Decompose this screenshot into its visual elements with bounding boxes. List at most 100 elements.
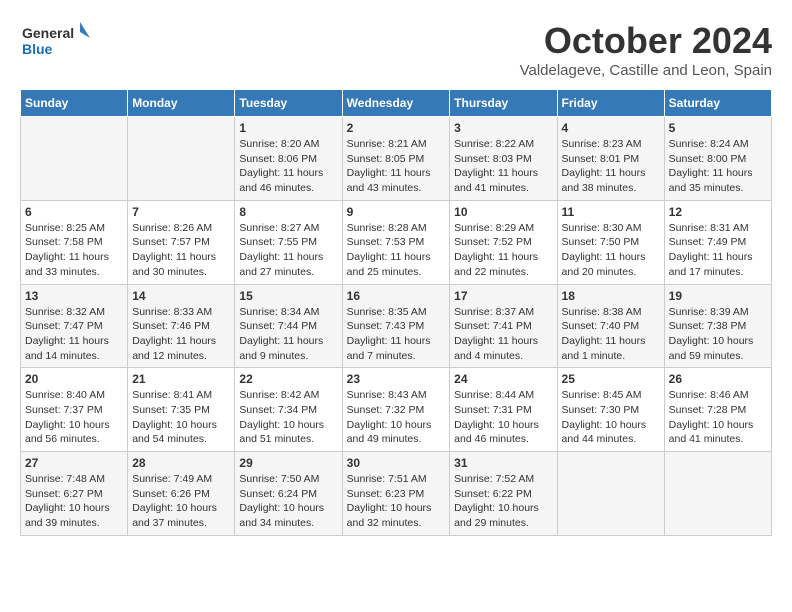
day-detail: Sunrise: 8:43 AMSunset: 7:32 PMDaylight:… — [347, 388, 446, 447]
logo-svg: General Blue — [20, 20, 90, 65]
calendar-cell: 19 Sunrise: 8:39 AMSunset: 7:38 PMDayligh… — [664, 284, 771, 368]
day-number: 2 — [347, 121, 446, 135]
day-number: 3 — [454, 121, 552, 135]
day-number: 26 — [669, 372, 767, 386]
day-header-sunday: Sunday — [21, 90, 128, 117]
day-number: 7 — [132, 205, 230, 219]
calendar-week-row: 13 Sunrise: 8:32 AMSunset: 7:47 PMDayligh… — [21, 284, 772, 368]
calendar-cell: 29Sunrise: 7:50 AMSunset: 6:24 PMDayligh… — [235, 452, 342, 536]
day-number: 11 — [562, 205, 660, 219]
day-detail: Sunrise: 7:48 AMSunset: 6:27 PMDaylight:… — [25, 472, 123, 531]
day-header-saturday: Saturday — [664, 90, 771, 117]
day-detail: Sunrise: 8:34 AMSunset: 7:44 PMDaylight:… — [239, 305, 337, 364]
day-detail: Sunrise: 8:22 AMSunset: 8:03 PMDaylight:… — [454, 137, 552, 196]
calendar-cell — [557, 452, 664, 536]
calendar-cell: 10Sunrise: 8:29 AMSunset: 7:52 PMDayligh… — [450, 200, 557, 284]
day-number: 5 — [669, 121, 767, 135]
calendar-cell: 15 Sunrise: 8:34 AMSunset: 7:44 PMDayligh… — [235, 284, 342, 368]
svg-text:General: General — [22, 25, 74, 41]
day-number: 20 — [25, 372, 123, 386]
day-detail: Sunrise: 8:35 AMSunset: 7:43 PMDaylight:… — [347, 305, 446, 364]
day-detail: Sunrise: 8:46 AMSunset: 7:28 PMDaylight:… — [669, 388, 767, 447]
day-detail: Sunrise: 7:49 AMSunset: 6:26 PMDaylight:… — [132, 472, 230, 531]
calendar-header-row: SundayMondayTuesdayWednesdayThursdayFrid… — [21, 90, 772, 117]
calendar-table: SundayMondayTuesdayWednesdayThursdayFrid… — [20, 89, 772, 536]
day-detail: Sunrise: 8:37 AMSunset: 7:41 PMDaylight:… — [454, 305, 552, 364]
day-detail: Sunrise: 8:44 AMSunset: 7:31 PMDaylight:… — [454, 388, 552, 447]
day-number: 18 — [562, 289, 660, 303]
day-number: 19 — [669, 289, 767, 303]
day-number: 8 — [239, 205, 337, 219]
day-number: 27 — [25, 456, 123, 470]
day-header-wednesday: Wednesday — [342, 90, 450, 117]
calendar-cell: 20 Sunrise: 8:40 AMSunset: 7:37 PMDayligh… — [21, 368, 128, 452]
day-number: 24 — [454, 372, 552, 386]
day-header-friday: Friday — [557, 90, 664, 117]
calendar-cell: 13 Sunrise: 8:32 AMSunset: 7:47 PMDayligh… — [21, 284, 128, 368]
calendar-cell: 2 Sunrise: 8:21 AMSunset: 8:05 PMDaylight… — [342, 117, 450, 201]
calendar-week-row: 6 Sunrise: 8:25 AMSunset: 7:58 PMDaylight… — [21, 200, 772, 284]
day-detail: Sunrise: 8:25 AMSunset: 7:58 PMDaylight:… — [25, 221, 123, 280]
day-detail: Sunrise: 8:33 AMSunset: 7:46 PMDaylight:… — [132, 305, 230, 364]
day-detail: Sunrise: 8:26 AMSunset: 7:57 PMDaylight:… — [132, 221, 230, 280]
calendar-cell: 7 Sunrise: 8:26 AMSunset: 7:57 PMDaylight… — [128, 200, 235, 284]
calendar-cell: 9 Sunrise: 8:28 AMSunset: 7:53 PMDaylight… — [342, 200, 450, 284]
day-number: 10 — [454, 205, 552, 219]
calendar-week-row: 1 Sunrise: 8:20 AMSunset: 8:06 PMDaylight… — [21, 117, 772, 201]
month-title: October 2024 — [520, 20, 772, 62]
calendar-cell: 28 Sunrise: 7:49 AMSunset: 6:26 PMDayligh… — [128, 452, 235, 536]
calendar-cell: 24 Sunrise: 8:44 AMSunset: 7:31 PMDayligh… — [450, 368, 557, 452]
day-number: 13 — [25, 289, 123, 303]
day-number: 23 — [347, 372, 446, 386]
title-area: October 2024 Valdelageve, Castille and L… — [520, 20, 772, 79]
day-detail: Sunrise: 8:28 AMSunset: 7:53 PMDaylight:… — [347, 221, 446, 280]
day-detail: Sunrise: 8:32 AMSunset: 7:47 PMDaylight:… — [25, 305, 123, 364]
day-detail: Sunrise: 8:21 AMSunset: 8:05 PMDaylight:… — [347, 137, 446, 196]
day-number: 29 — [239, 456, 337, 470]
day-number: 28 — [132, 456, 230, 470]
calendar-cell — [664, 452, 771, 536]
calendar-cell: 22 Sunrise: 8:42 AMSunset: 7:34 PMDayligh… — [235, 368, 342, 452]
day-detail: Sunrise: 8:42 AMSunset: 7:34 PMDaylight:… — [239, 388, 337, 447]
day-detail: Sunrise: 8:31 AMSunset: 7:49 PMDaylight:… — [669, 221, 767, 280]
day-number: 22 — [239, 372, 337, 386]
calendar-cell: 25Sunrise: 8:45 AMSunset: 7:30 PMDayligh… — [557, 368, 664, 452]
day-number: 6 — [25, 205, 123, 219]
day-detail: Sunrise: 8:39 AMSunset: 7:38 PMDaylight:… — [669, 305, 767, 364]
calendar-cell: 11 Sunrise: 8:30 AMSunset: 7:50 PMDayligh… — [557, 200, 664, 284]
day-number: 15 — [239, 289, 337, 303]
day-number: 17 — [454, 289, 552, 303]
calendar-cell: 18Sunrise: 8:38 AMSunset: 7:40 PMDayligh… — [557, 284, 664, 368]
day-number: 9 — [347, 205, 446, 219]
day-number: 25 — [562, 372, 660, 386]
calendar-cell: 14Sunrise: 8:33 AMSunset: 7:46 PMDayligh… — [128, 284, 235, 368]
location-subtitle: Valdelageve, Castille and Leon, Spain — [520, 62, 772, 79]
day-detail: Sunrise: 8:40 AMSunset: 7:37 PMDaylight:… — [25, 388, 123, 447]
day-detail: Sunrise: 8:30 AMSunset: 7:50 PMDaylight:… — [562, 221, 660, 280]
day-detail: Sunrise: 8:24 AMSunset: 8:00 PMDaylight:… — [669, 137, 767, 196]
day-detail: Sunrise: 8:27 AMSunset: 7:55 PMDaylight:… — [239, 221, 337, 280]
calendar-cell: 30 Sunrise: 7:51 AMSunset: 6:23 PMDayligh… — [342, 452, 450, 536]
day-detail: Sunrise: 8:23 AMSunset: 8:01 PMDaylight:… — [562, 137, 660, 196]
calendar-cell: 4 Sunrise: 8:23 AMSunset: 8:01 PMDaylight… — [557, 117, 664, 201]
logo: General Blue — [20, 20, 90, 65]
calendar-cell — [21, 117, 128, 201]
calendar-cell: 1 Sunrise: 8:20 AMSunset: 8:06 PMDaylight… — [235, 117, 342, 201]
day-detail: Sunrise: 7:51 AMSunset: 6:23 PMDaylight:… — [347, 472, 446, 531]
calendar-cell: 12Sunrise: 8:31 AMSunset: 7:49 PMDayligh… — [664, 200, 771, 284]
day-detail: Sunrise: 8:20 AMSunset: 8:06 PMDaylight:… — [239, 137, 337, 196]
page-header: General Blue October 2024 Valdelageve, C… — [20, 20, 772, 79]
calendar-cell: 3 Sunrise: 8:22 AMSunset: 8:03 PMDaylight… — [450, 117, 557, 201]
calendar-cell: 21Sunrise: 8:41 AMSunset: 7:35 PMDayligh… — [128, 368, 235, 452]
day-number: 16 — [347, 289, 446, 303]
calendar-cell: 17 Sunrise: 8:37 AMSunset: 7:41 PMDayligh… — [450, 284, 557, 368]
calendar-cell: 5 Sunrise: 8:24 AMSunset: 8:00 PMDaylight… — [664, 117, 771, 201]
calendar-cell: 23 Sunrise: 8:43 AMSunset: 7:32 PMDayligh… — [342, 368, 450, 452]
calendar-cell: 8 Sunrise: 8:27 AMSunset: 7:55 PMDaylight… — [235, 200, 342, 284]
day-number: 1 — [239, 121, 337, 135]
day-number: 30 — [347, 456, 446, 470]
calendar-cell: 31Sunrise: 7:52 AMSunset: 6:22 PMDayligh… — [450, 452, 557, 536]
day-header-thursday: Thursday — [450, 90, 557, 117]
day-number: 4 — [562, 121, 660, 135]
day-number: 31 — [454, 456, 552, 470]
